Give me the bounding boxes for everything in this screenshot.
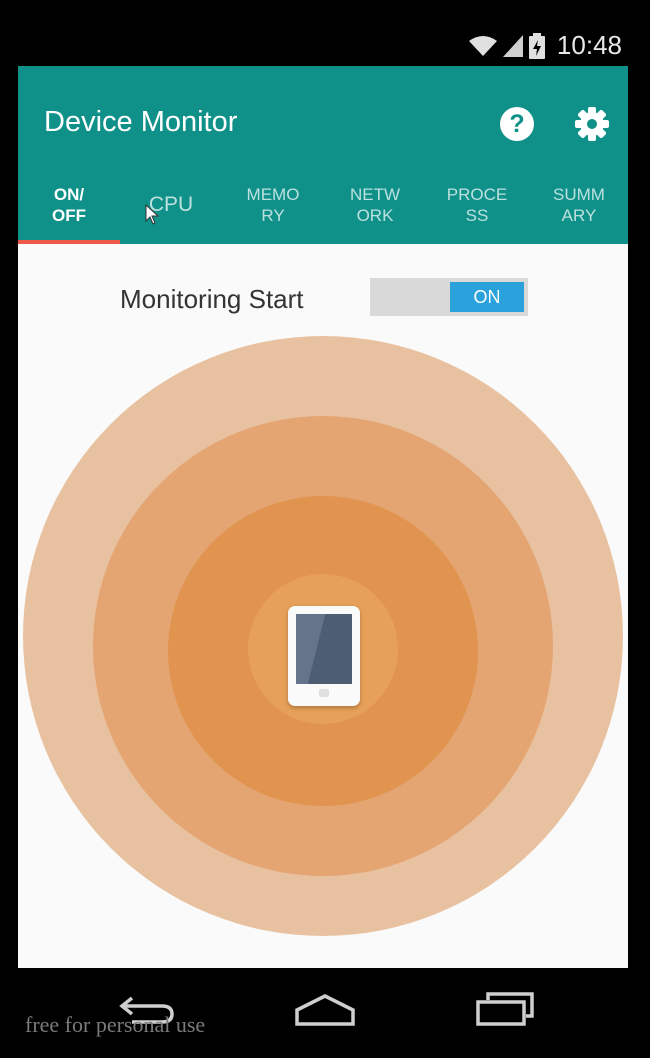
monitoring-row: Monitoring Start ON	[18, 276, 628, 320]
tab-on-off[interactable]: ON/ OFF	[18, 176, 120, 244]
toolbar: Device Monitor ? ON/ OFF CPU MEMO RY NET…	[18, 66, 628, 244]
tab-label-line2: OFF	[52, 206, 86, 225]
app-window: Device Monitor ? ON/ OFF CPU MEMO RY NET…	[18, 66, 628, 968]
gear-icon[interactable]	[574, 106, 610, 142]
tablet-home-button	[319, 689, 329, 697]
radar-ring-outer	[23, 336, 623, 936]
status-time: 10:48	[556, 30, 622, 60]
monitoring-toggle[interactable]: ON	[370, 278, 528, 316]
wifi-icon	[468, 35, 497, 56]
home-icon[interactable]	[294, 992, 356, 1028]
tab-label-line1: MEMO	[246, 185, 300, 204]
watermark-text: free for personal use	[25, 1012, 206, 1037]
tab-cpu[interactable]: CPU	[120, 176, 222, 244]
tab-network[interactable]: NETW ORK	[324, 176, 426, 244]
radar-ring-inner	[248, 574, 398, 724]
radar-ring-3	[168, 496, 478, 806]
help-icon[interactable]: ?	[500, 107, 534, 141]
tab-process[interactable]: PROCE SS	[426, 176, 528, 244]
monitoring-label: Monitoring Start	[120, 284, 304, 314]
tab-label-line2: ORK	[356, 206, 394, 225]
tab-label-line2: SS	[465, 206, 489, 225]
tab-label-line2: RY	[261, 206, 285, 225]
radar-ring-2	[93, 416, 553, 876]
navigation-bar: free for personal use	[0, 968, 650, 1058]
tab-label-line1: PROCE	[446, 185, 508, 204]
tab-bar: ON/ OFF CPU MEMO RY NETW ORK PROCE SS SU…	[18, 176, 628, 244]
status-bar: 10:48	[0, 0, 650, 66]
recent-apps-icon[interactable]	[476, 992, 534, 1028]
toggle-on-thumb: ON	[450, 282, 524, 312]
tab-summary[interactable]: SUMM ARY	[528, 176, 628, 244]
tablet-icon	[288, 606, 360, 706]
app-title: Device Monitor	[44, 106, 238, 138]
tab-memory[interactable]: MEMO RY	[222, 176, 324, 244]
tab-label-line1: SUMM	[553, 185, 605, 204]
tab-label-line2: ARY	[561, 206, 597, 225]
tab-label-line1: NETW	[349, 185, 401, 204]
battery-icon	[528, 32, 545, 59]
mouse-cursor-icon	[145, 204, 159, 225]
tab-label-line1: ON/	[53, 185, 85, 204]
tab-label: CPU	[148, 193, 194, 216]
tab-indicator	[18, 240, 120, 244]
tablet-screen	[296, 614, 352, 684]
signal-icon	[502, 34, 523, 57]
